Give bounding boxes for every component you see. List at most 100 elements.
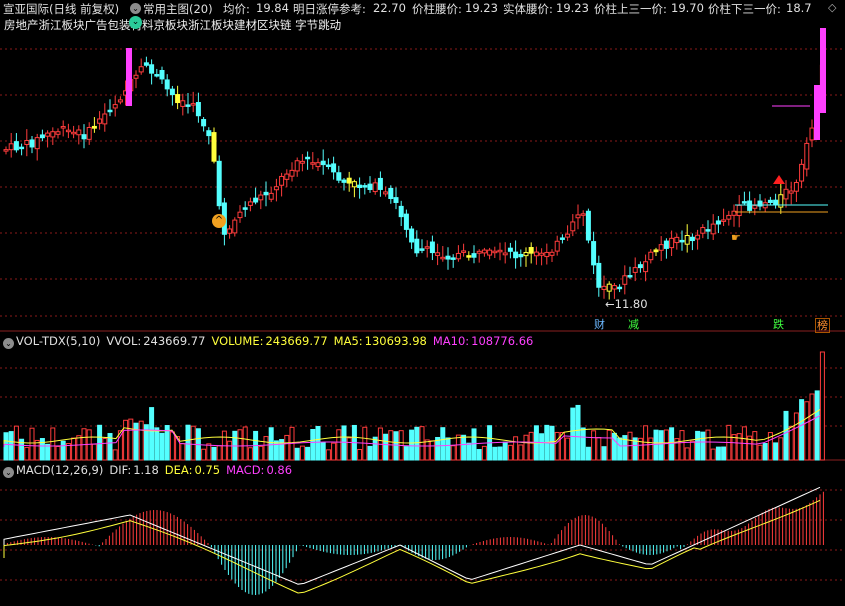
candle-body [549, 251, 555, 256]
candle-body [721, 219, 727, 222]
candle-body [320, 160, 326, 166]
candle-body [695, 234, 701, 240]
candle-body [518, 253, 524, 258]
volume-bar [154, 427, 160, 461]
candle-body [580, 213, 586, 216]
dif-value: 1.18 [133, 463, 159, 477]
candle-body [393, 197, 399, 203]
candle-body [112, 104, 118, 109]
event-badge-finance[interactable]: 财 [593, 318, 606, 331]
candle-body [617, 286, 623, 290]
candle-body [377, 177, 383, 190]
candle-body [138, 66, 144, 73]
chart-canvas [0, 28, 845, 595]
candle-body [601, 285, 607, 290]
vol-indicator[interactable]: VOL-TDX(5,10) [16, 334, 100, 348]
candle-body [741, 201, 747, 204]
volume-bar [528, 431, 534, 461]
candle-body [258, 194, 264, 201]
volume-bar [128, 418, 134, 461]
volume-bar [341, 425, 347, 461]
candle-body [3, 149, 9, 152]
candle-body [102, 113, 108, 125]
volume-bar [409, 429, 415, 461]
event-badge-drop[interactable]: 跌 [772, 318, 785, 331]
volume-bar [419, 426, 425, 461]
volume-bar [700, 431, 706, 461]
volume-bar [461, 434, 467, 461]
volume-bar [554, 431, 560, 461]
volume-bar [799, 399, 805, 461]
volume-bar [819, 351, 825, 461]
volume-bar [757, 444, 763, 461]
volume-bar [424, 439, 430, 461]
candle-body [450, 257, 456, 260]
volume-bar [507, 444, 513, 461]
buy-signal-icon[interactable]: ^ [212, 214, 226, 228]
candle-body [383, 191, 389, 195]
candle-body [331, 163, 337, 173]
volume-bar [211, 446, 217, 461]
candle-body [804, 142, 810, 170]
candle-body [684, 234, 690, 245]
candle-body [809, 127, 815, 141]
volume-bar [29, 427, 35, 461]
chevron-down-icon[interactable]: ⌄ [3, 467, 14, 478]
volume-bar [55, 446, 61, 461]
candle-body [294, 160, 300, 172]
candle-body [268, 192, 274, 200]
macd-panel-header: ⌄ MACD(12,26,9) DIF: 1.18 DEA: 0.75 MACD: 0.86 [3, 463, 298, 478]
volume-bar [138, 420, 144, 461]
macd-indicator[interactable]: MACD(12,26,9) [16, 463, 103, 477]
event-badge-rank[interactable]: 榜 [815, 318, 830, 333]
candle-body [544, 251, 550, 258]
volume-bar [45, 443, 51, 461]
candle-body [575, 214, 581, 219]
volume-bar [133, 422, 139, 461]
volume-bar [705, 429, 711, 461]
candle-body [611, 285, 617, 290]
candle-body [273, 186, 279, 191]
volume-bar [216, 445, 222, 461]
candle-body [19, 146, 25, 150]
volume-bar [284, 434, 290, 461]
candle-body [8, 143, 14, 151]
volume-bar [570, 407, 576, 461]
red-triangle-icon [773, 175, 785, 184]
candle-body [65, 129, 71, 133]
volume-bar [471, 428, 477, 461]
candle-body [60, 126, 66, 129]
candle-body [528, 247, 534, 254]
low-price-label: ←11.80 [605, 297, 648, 311]
volume-bar [299, 445, 305, 461]
candle-body [372, 182, 378, 193]
candle-body [663, 240, 669, 249]
candle-body [705, 229, 711, 232]
volume-bar [39, 438, 45, 461]
event-badge-reduce[interactable]: 减 [627, 318, 640, 331]
candle-body [799, 163, 805, 182]
candle-body [445, 255, 451, 260]
volume-bar [263, 436, 269, 461]
dif-label: DIF: [109, 463, 132, 477]
candle-body [752, 205, 758, 209]
candle-body [440, 256, 446, 260]
volume-bar [455, 434, 461, 461]
vvol-value: 243669.77 [143, 334, 206, 348]
candle-body [783, 188, 789, 200]
candle-body [299, 160, 305, 164]
candle-body [91, 125, 97, 129]
volume-bar [91, 443, 97, 461]
volume-bar [497, 446, 503, 461]
volume-bar [237, 429, 243, 461]
signal-up-icon[interactable]: ⌄ [129, 16, 142, 29]
candle-body [471, 253, 477, 258]
volume-bar [180, 443, 186, 461]
volume-bar [565, 437, 571, 461]
candle-body [351, 181, 357, 188]
candle-body [559, 237, 565, 240]
ma5-value: 130693.98 [364, 334, 427, 348]
chevron-down-icon[interactable]: ⌄ [3, 338, 14, 349]
candle-body [767, 199, 773, 203]
volume-bar [715, 446, 721, 461]
